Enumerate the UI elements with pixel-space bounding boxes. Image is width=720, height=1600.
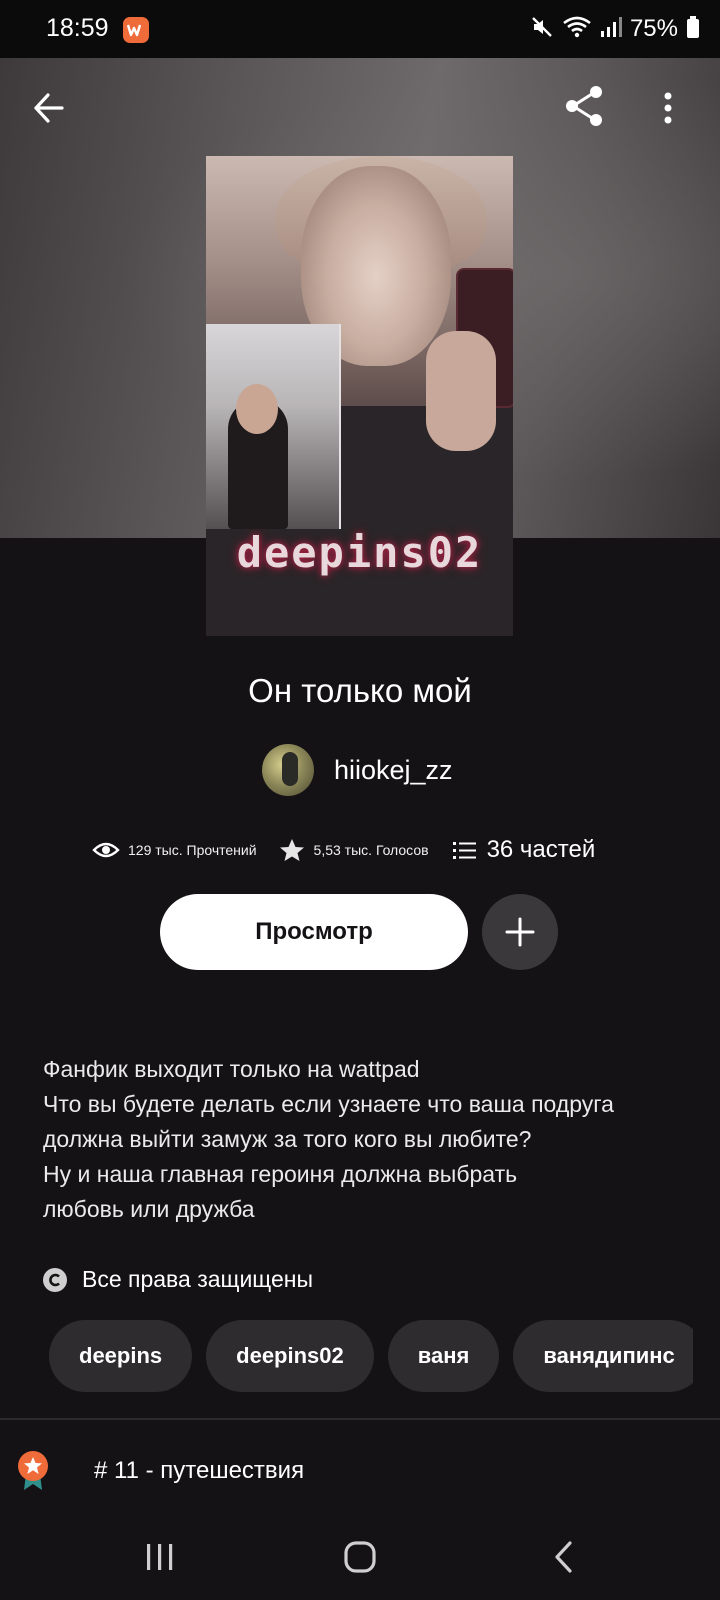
eye-icon: [92, 842, 120, 858]
plus-icon: [505, 917, 535, 947]
description-line: Ну и наша главная героиня должна выбрать: [43, 1161, 518, 1187]
ranking-row[interactable]: # 11 - путешествия: [16, 1446, 304, 1496]
description-line: Что вы будете делать если узнаете что ва…: [43, 1091, 614, 1117]
cover-art-hand: [426, 331, 496, 451]
copyright-row: Все права защищены: [42, 1266, 313, 1293]
copyright-icon: [43, 1267, 67, 1292]
mute-icon: [530, 15, 554, 44]
wifi-icon: [562, 15, 592, 44]
description-line: любовь или дружба: [43, 1196, 255, 1222]
parts-count[interactable]: 36 частей: [487, 836, 596, 864]
list-icon: [452, 842, 476, 859]
home-button[interactable]: [330, 1532, 390, 1582]
view-button-label: Просмотр: [255, 918, 373, 945]
story-title: Он только мой: [248, 672, 472, 709]
votes-count: 5,53 тыс. Голосов: [313, 842, 429, 858]
navigation-bar: [0, 1510, 720, 1600]
back-button[interactable]: [28, 86, 72, 130]
author-row[interactable]: hiiokej_zz: [262, 744, 453, 796]
tag-chip[interactable]: ваня: [387, 1320, 500, 1392]
nav-back-button[interactable]: [534, 1532, 594, 1582]
author-name[interactable]: hiiokej_zz: [334, 755, 453, 786]
divider: [0, 1418, 720, 1420]
status-bar: 18:59 75%: [0, 0, 720, 58]
share-icon: [566, 86, 602, 126]
share-button[interactable]: [560, 82, 608, 130]
avatar[interactable]: [262, 744, 314, 796]
view-button[interactable]: Просмотр: [160, 894, 468, 970]
add-to-library-button[interactable]: [482, 894, 558, 970]
tag-chip[interactable]: deepins: [49, 1320, 193, 1392]
story-details-screen: 18:59 75% deepins02 Он только мой hiioke…: [0, 0, 720, 1600]
more-vertical-icon: [664, 92, 672, 124]
description-line: Фанфик выходит только на wattpad: [43, 1056, 420, 1082]
parts-stat[interactable]: 36 частей: [452, 836, 596, 864]
cover-art-inset-head: [236, 384, 278, 434]
story-description: Фанфик выходит только на wattpad Что вы …: [43, 1052, 683, 1227]
nav-back-icon: [555, 1541, 572, 1573]
ranking-text[interactable]: # 11 - путешествия: [94, 1457, 304, 1485]
copyright-text: Все права защищены: [82, 1266, 313, 1292]
status-time: 18:59: [46, 14, 109, 42]
story-stats: 129 тыс. Прочтений 5,53 тыс. Голосов 36 …: [92, 828, 595, 872]
battery-icon: [686, 15, 700, 44]
tag-chip[interactable]: ванядипинс: [513, 1320, 693, 1392]
tag-chip[interactable]: deepins02: [206, 1320, 374, 1392]
status-icons: 75%: [530, 14, 700, 44]
reads-count: 129 тыс. Прочтений: [128, 842, 257, 858]
battery-percent: 75%: [629, 15, 678, 42]
story-cover-image[interactable]: deepins02: [206, 156, 513, 636]
star-icon: [279, 839, 304, 861]
more-options-button[interactable]: [652, 84, 684, 132]
home-icon: [344, 1541, 376, 1573]
cover-watermark: deepins02: [236, 528, 483, 577]
wattpad-icon: [123, 17, 149, 43]
signal-icon: [600, 15, 622, 44]
reads-stat: 129 тыс. Прочтений: [92, 840, 257, 860]
cover-art-inset-photo: [206, 324, 341, 529]
tags-list: deepins deepins02 ваня ванядипинс: [49, 1320, 693, 1392]
back-arrow-icon: [34, 93, 64, 123]
ranking-badge-icon: [18, 1451, 48, 1490]
votes-stat: 5,53 тыс. Голосов: [279, 838, 429, 862]
description-line: должна выйти замуж за того кого вы любит…: [43, 1126, 532, 1152]
recent-apps-icon: [147, 1544, 173, 1570]
recent-apps-button[interactable]: [130, 1532, 190, 1582]
